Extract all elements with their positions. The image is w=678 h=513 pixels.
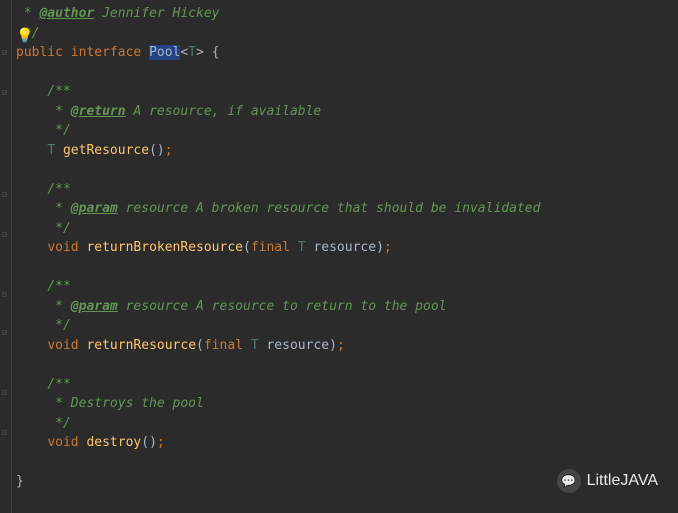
fold-mark[interactable]: ⊟ (2, 388, 10, 396)
lightbulb-icon[interactable]: 💡 (16, 28, 33, 44)
doc-comment: /** (16, 84, 71, 99)
keyword-interface: interface (71, 45, 141, 60)
method-name: getResource (63, 143, 149, 158)
fold-mark[interactable]: ⊟ (2, 48, 10, 56)
doc-comment: * Destroys the pool (16, 396, 204, 411)
keyword-void: void (47, 240, 86, 255)
doc-comment: * (16, 104, 71, 119)
keyword-final: final (204, 338, 251, 353)
param-type: T (251, 338, 267, 353)
doc-tag-return: @return (71, 104, 126, 119)
fold-mark[interactable]: ⊟ (2, 428, 10, 436)
watermark-text: LittleJAVA (587, 472, 658, 490)
code-editor[interactable]: ⊟ ⊟ ⊟ ⊟ ⊟ ⊟ ⊟ ⊟ * @author Jennifer Hicke… (0, 0, 678, 513)
fold-mark[interactable]: ⊟ (2, 190, 10, 198)
doc-tag-param: @param (71, 201, 118, 216)
doc-text: resource A broken resource that should b… (118, 201, 541, 216)
doc-comment: * (16, 299, 71, 314)
fold-mark[interactable]: ⊟ (2, 290, 10, 298)
class-name: Pool (149, 45, 180, 60)
param-type: T (298, 240, 314, 255)
chat-icon: 💬 (557, 469, 581, 493)
indent (16, 435, 47, 450)
keyword-final: final (251, 240, 298, 255)
method-name: destroy (86, 435, 141, 450)
keyword-void: void (47, 435, 86, 450)
return-type: T (47, 143, 63, 158)
keyword-void: void (47, 338, 86, 353)
doc-comment: /** (16, 377, 71, 392)
doc-comment: */ (16, 318, 71, 333)
indent (16, 338, 47, 353)
doc-comment: */ (16, 123, 71, 138)
doc-comment: /** (16, 279, 71, 294)
doc-text: A resource, if available (126, 104, 322, 119)
close-brace: } (16, 474, 24, 489)
doc-tag-author: @author (39, 6, 94, 21)
indent (16, 143, 47, 158)
doc-comment: * (16, 6, 39, 21)
doc-text: resource A resource to return to the poo… (118, 299, 447, 314)
fold-mark[interactable]: ⊟ (2, 230, 10, 238)
keyword-public: public (16, 45, 63, 60)
code-content[interactable]: * @author Jennifer Hickey */ public inte… (12, 0, 678, 513)
type-param: T (188, 45, 196, 60)
blank-line (16, 160, 678, 180)
indent (16, 240, 47, 255)
doc-comment: * (16, 201, 71, 216)
doc-text: Jennifer Hickey (94, 6, 219, 21)
blank-line (16, 355, 678, 375)
brace: { (204, 45, 220, 60)
doc-comment: /** (16, 182, 71, 197)
doc-comment: */ (16, 221, 71, 236)
blank-line (16, 63, 678, 83)
watermark: 💬 LittleJAVA (557, 469, 658, 493)
fold-mark[interactable]: ⊟ (2, 88, 10, 96)
blank-line (16, 258, 678, 278)
param-name: resource (313, 240, 376, 255)
param-name: resource (266, 338, 329, 353)
gutter: ⊟ ⊟ ⊟ ⊟ ⊟ ⊟ ⊟ ⊟ (0, 0, 12, 513)
doc-comment: */ (16, 416, 71, 431)
method-name: returnBrokenResource (86, 240, 243, 255)
fold-mark[interactable]: ⊟ (2, 328, 10, 336)
doc-tag-param: @param (71, 299, 118, 314)
method-name: returnResource (86, 338, 196, 353)
